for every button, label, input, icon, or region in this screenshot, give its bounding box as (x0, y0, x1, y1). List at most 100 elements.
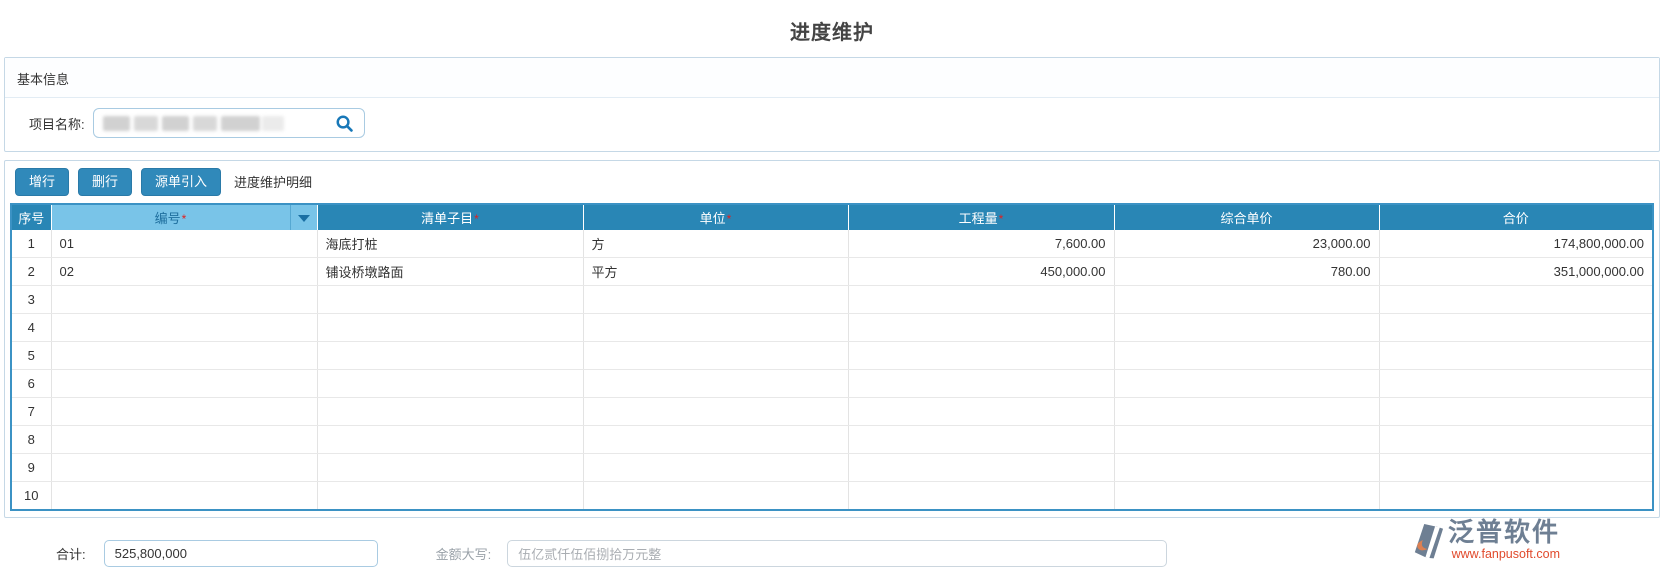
amount-words-input (507, 539, 1168, 567)
cell-quantity[interactable]: 450,000.00 (847, 257, 1114, 287)
table-row: 9 (11, 453, 1653, 483)
column-header-item: 清单子目* (316, 203, 583, 230)
cell-unit_price[interactable] (1113, 481, 1379, 510)
cell-unit[interactable] (582, 453, 848, 483)
table-row: 5 (11, 341, 1653, 371)
cell-total[interactable]: 174,800,000.00 (1378, 229, 1653, 259)
cell-code[interactable] (50, 341, 317, 371)
cell-item[interactable] (316, 425, 583, 455)
column-header-unit: 单位* (582, 203, 848, 230)
column-header-total: 合价 (1378, 203, 1653, 230)
cell-quantity[interactable] (847, 425, 1114, 455)
cell-unit_price[interactable] (1113, 341, 1379, 371)
cell-unit_price[interactable] (1113, 397, 1379, 427)
cell-quantity[interactable] (847, 481, 1114, 510)
column-dropdown-button[interactable] (289, 203, 317, 230)
cell-total[interactable] (1378, 285, 1653, 315)
add-row-button[interactable]: 增行 (15, 168, 70, 196)
cell-item[interactable] (316, 313, 583, 343)
cell-unit[interactable]: 方 (582, 229, 848, 259)
cell-total[interactable] (1378, 369, 1653, 399)
table-row: 3 (11, 285, 1653, 315)
delete-row-button[interactable]: 删行 (78, 168, 133, 196)
fanpu-logo-icon (1412, 521, 1444, 566)
cell-quantity[interactable] (847, 453, 1114, 483)
search-icon[interactable] (335, 114, 354, 138)
column-header-unit_price: 综合单价 (1113, 203, 1379, 230)
cell-code[interactable] (50, 313, 317, 343)
cell-code[interactable] (50, 425, 317, 455)
cell-unit[interactable] (582, 285, 848, 315)
cell-total[interactable] (1378, 425, 1653, 455)
cell-item[interactable] (316, 481, 583, 510)
cell-item[interactable] (316, 285, 583, 315)
cell-quantity[interactable] (847, 285, 1114, 315)
cell-unit_price[interactable] (1113, 313, 1379, 343)
cell-item[interactable] (316, 397, 583, 427)
brand-text: 泛普软件 www.fanpusoft.com (1448, 519, 1560, 562)
row-number-cell: 10 (11, 481, 51, 510)
cell-quantity[interactable] (847, 397, 1114, 427)
cell-item[interactable] (316, 341, 583, 371)
cell-code[interactable]: 01 (50, 229, 317, 259)
cell-total[interactable] (1378, 453, 1653, 483)
detail-grid-title: 进度维护明细 (234, 175, 313, 191)
cell-code[interactable] (50, 369, 317, 399)
cell-item[interactable] (316, 369, 583, 399)
cell-quantity[interactable]: 7,600.00 (847, 229, 1114, 259)
cell-total[interactable] (1378, 341, 1653, 371)
import-source-button[interactable]: 源单引入 (141, 168, 222, 196)
detail-toolbar: 增行 删行 源单引入 进度维护明细 (5, 161, 1659, 203)
cell-unit_price[interactable] (1113, 369, 1379, 399)
cell-unit[interactable] (582, 481, 848, 510)
cell-unit[interactable] (582, 341, 848, 371)
row-number-cell: 5 (11, 341, 51, 371)
cell-item[interactable] (316, 453, 583, 483)
brand-url: www.fanpusoft.com (1451, 547, 1560, 562)
cell-total[interactable] (1378, 397, 1653, 427)
table-row: 7 (11, 397, 1653, 427)
row-number-cell: 1 (11, 229, 51, 259)
detail-panel: 增行 删行 源单引入 进度维护明细 序号 编号* 清单子目* 单位* 工程量* 综合单价合… (4, 160, 1660, 518)
cell-unit[interactable] (582, 397, 848, 427)
row-number-cell: 7 (11, 397, 51, 427)
cell-total[interactable] (1378, 313, 1653, 343)
detail-grid-wrapper: 序号 编号* 清单子目* 单位* 工程量* 综合单价 合价 1 01 海底打桩方 7,600.00… (10, 202, 1654, 511)
cell-unit_price[interactable]: 23,000.00 (1113, 229, 1379, 259)
cell-unit[interactable] (582, 369, 848, 399)
redacted-text-block (220, 116, 260, 131)
cell-code[interactable] (50, 285, 317, 315)
project-name-input[interactable] (92, 108, 365, 138)
row-number-cell: 6 (11, 369, 51, 399)
cell-unit_price[interactable] (1113, 285, 1379, 315)
table-row: 2 02 铺设桥墩路面 平方 450,000.00 780.00 351,000,000.0… (11, 257, 1653, 287)
redacted-text-block (102, 116, 130, 131)
required-asterisk: * (726, 211, 732, 226)
cell-code[interactable]: 02 (50, 257, 317, 287)
cell-code[interactable] (50, 397, 317, 427)
detail-table: 序号 编号* 清单子目* 单位* 工程量* 综合单价 合价 1 01 海底打桩方 7,600.00… (10, 202, 1654, 511)
cell-unit[interactable]: 平方 (582, 257, 848, 287)
cell-total[interactable]: 351,000,000.00 (1378, 257, 1653, 287)
row-number-cell: 3 (11, 285, 51, 315)
cell-unit_price[interactable] (1113, 425, 1379, 455)
total-input[interactable] (103, 539, 378, 567)
required-asterisk: * (181, 211, 187, 226)
cell-item[interactable]: 铺设桥墩路面 (316, 257, 583, 287)
cell-quantity[interactable] (847, 313, 1114, 343)
cell-code[interactable] (50, 481, 317, 510)
cell-unit[interactable] (582, 425, 848, 455)
total-label: 合计: (56, 546, 86, 562)
cell-code[interactable] (50, 453, 317, 483)
cell-unit[interactable] (582, 313, 848, 343)
column-header-quantity: 工程量* (847, 203, 1114, 230)
cell-item[interactable]: 海底打桩 (316, 229, 583, 259)
cell-quantity[interactable] (847, 369, 1114, 399)
cell-quantity[interactable] (847, 341, 1114, 371)
cell-unit_price[interactable] (1113, 453, 1379, 483)
table-header-row: 序号 编号* 清单子目* 单位* 工程量* 综合单价 合价 (11, 203, 1653, 230)
table-row: 1 01 海底打桩方 7,600.00 23,000.00 174,800,000.00 (11, 229, 1653, 259)
amount-words-label: 金额大写: (435, 546, 492, 562)
cell-unit_price[interactable]: 780.00 (1113, 257, 1379, 287)
cell-total[interactable] (1378, 481, 1653, 510)
